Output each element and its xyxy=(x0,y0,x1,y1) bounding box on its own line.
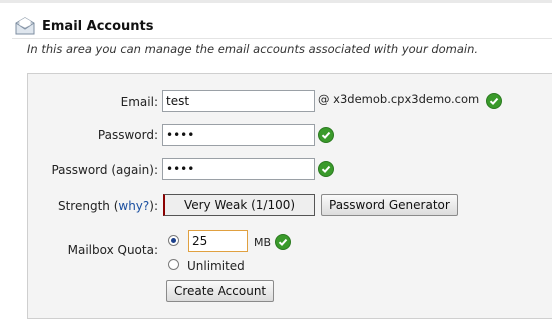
why-link[interactable]: why? xyxy=(118,199,149,213)
password-input[interactable] xyxy=(162,124,315,146)
password-label: Password: xyxy=(97,128,158,142)
mailbox-quota-label: Mailbox Quota: xyxy=(67,243,158,257)
password-generator-button[interactable]: Password Generator xyxy=(321,194,458,216)
quota-unit: MB xyxy=(254,236,272,249)
strength-label-suffix: ): xyxy=(149,199,158,213)
email-check-icon xyxy=(486,93,502,109)
email-label: Email: xyxy=(120,95,158,109)
header-divider xyxy=(12,38,552,39)
email-domain: @ x3demob.cpx3demo.com xyxy=(318,92,480,106)
quota-limited-radio[interactable] xyxy=(168,235,179,246)
password-again-label: Password (again): xyxy=(51,163,158,177)
quota-check-icon xyxy=(275,234,291,250)
quota-input[interactable] xyxy=(188,230,248,252)
create-account-button[interactable]: Create Account xyxy=(166,280,275,302)
password-check-icon xyxy=(318,127,334,143)
section-header: Email Accounts xyxy=(14,14,154,38)
top-border xyxy=(0,0,552,3)
password-again-input[interactable] xyxy=(162,158,315,180)
email-input[interactable] xyxy=(162,90,315,112)
password-again-check-icon xyxy=(318,161,334,177)
envelope-icon xyxy=(15,17,35,35)
page-title: Email Accounts xyxy=(42,18,154,34)
quota-unlimited-radio[interactable] xyxy=(168,259,179,270)
password-strength-meter: Very Weak (1/100) xyxy=(163,194,315,216)
page-description: In this area you can manage the email ac… xyxy=(27,42,479,56)
strength-label-prefix: Strength ( xyxy=(57,199,119,213)
strength-label: Strength (why?): xyxy=(58,199,158,213)
unlimited-label: Unlimited xyxy=(187,259,245,273)
